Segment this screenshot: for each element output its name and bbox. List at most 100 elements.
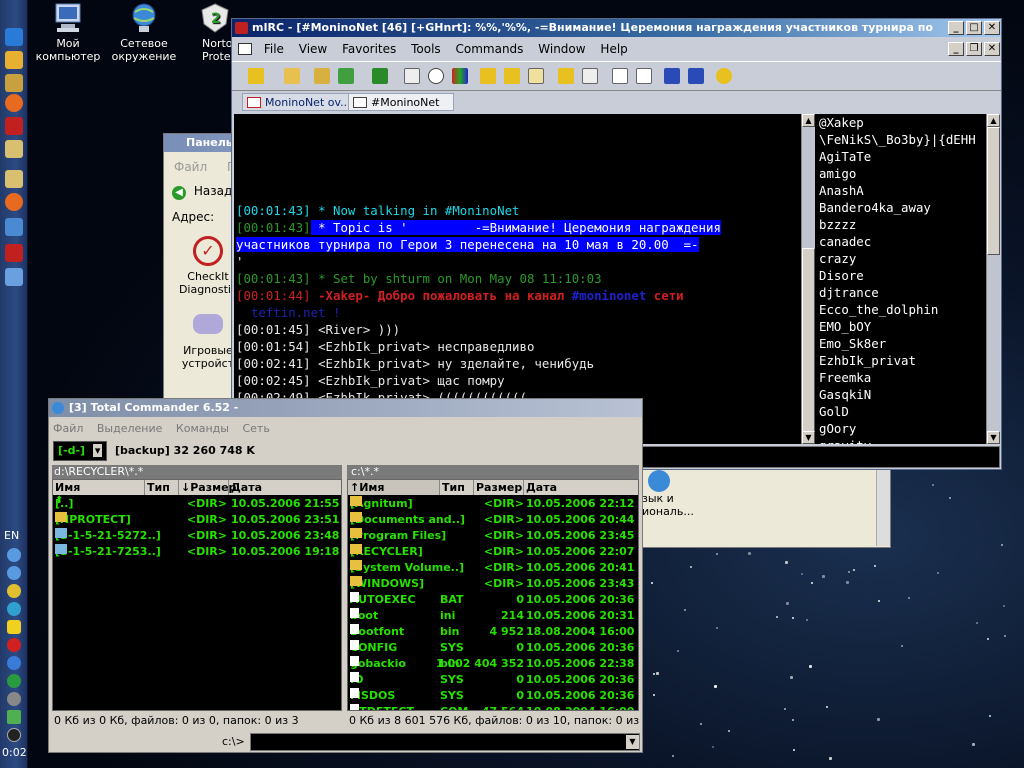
log-icon[interactable] xyxy=(558,68,574,84)
menu-tools[interactable]: Tools xyxy=(411,42,441,56)
menu-window[interactable]: Window xyxy=(538,42,585,56)
dcc-icon[interactable] xyxy=(480,68,496,84)
tray-icon[interactable] xyxy=(7,566,21,580)
nick-item[interactable]: GolD xyxy=(817,403,987,420)
dcc-icon[interactable] xyxy=(504,68,520,84)
app-icon[interactable] xyxy=(5,218,23,236)
col-name[interactable]: ↑Имя xyxy=(348,480,440,495)
tray-icon[interactable] xyxy=(7,710,21,724)
menu-help[interactable]: Help xyxy=(600,42,627,56)
menu-commands[interactable]: Команды xyxy=(176,422,229,435)
save-icon[interactable] xyxy=(5,117,23,135)
scroll-down-button[interactable]: ▼ xyxy=(802,431,815,444)
help-icon[interactable] xyxy=(7,656,21,670)
app-icon[interactable] xyxy=(5,170,23,188)
col-date[interactable]: Дата xyxy=(229,480,341,495)
tray-icon[interactable] xyxy=(7,548,21,562)
app-icon[interactable] xyxy=(5,51,23,69)
nick-item[interactable]: Disore xyxy=(817,267,987,284)
connect-icon[interactable] xyxy=(248,68,264,84)
col-size[interactable]: ↓Размер xyxy=(179,480,236,495)
scroll-thumb[interactable] xyxy=(802,248,815,444)
nick-item[interactable]: Freemka xyxy=(817,369,987,386)
tile-icon[interactable] xyxy=(664,68,680,84)
maximize-button[interactable]: □ xyxy=(966,21,982,35)
panel-item-regional[interactable]: зык и иональ... xyxy=(642,470,712,518)
nick-item[interactable]: @Xakep xyxy=(817,114,987,131)
nick-item[interactable]: EzhbIk_privat xyxy=(817,352,987,369)
desktop-icon-my-computer[interactable]: Мой компьютер xyxy=(30,2,106,63)
tray-icon[interactable] xyxy=(7,620,21,634)
nick-item[interactable]: Ecco_the_dolphin xyxy=(817,301,987,318)
right-file-panel[interactable]: ↑Имя Тип Размер Дата [Agnitum] <DIR> 10.05… xyxy=(347,479,639,711)
menu-net[interactable]: Сеть xyxy=(242,422,269,435)
chat-area[interactable]: [00:01:43] * Now talking in #MoninoNet [0… xyxy=(234,114,817,444)
file-row[interactable]: [Documents and..] <DIR> 10.05.2006 20:44 xyxy=(348,512,638,528)
col-name[interactable]: Имя xyxy=(53,480,145,495)
tray-icon[interactable] xyxy=(7,602,21,616)
nicklist-scrollbar[interactable]: ▲ ▼ xyxy=(986,114,1000,444)
file-row[interactable]: CONFIG SYS 0 10.05.2006 20:36 xyxy=(348,640,638,656)
back-button[interactable]: ◀ Назад xyxy=(172,184,232,200)
file-row[interactable]: [NPROTECT] <DIR> 10.05.2006 23:51 xyxy=(53,512,341,528)
nick-item[interactable]: gravity xyxy=(817,437,987,444)
scroll-up-button[interactable]: ▲ xyxy=(987,114,1000,127)
file-row[interactable]: AUTOEXEC BAT 0 10.05.2006 20:36 xyxy=(348,592,638,608)
scroll-down-button[interactable]: ▼ xyxy=(987,431,1000,444)
col-date[interactable]: Дата xyxy=(524,480,638,495)
minimize-button[interactable]: _ xyxy=(948,21,964,35)
firefox-icon[interactable] xyxy=(5,193,23,211)
nick-item[interactable]: amigo xyxy=(817,165,987,182)
col-type[interactable]: Тип xyxy=(440,480,474,495)
notify-icon[interactable] xyxy=(582,68,598,84)
nick-item[interactable]: GasqkiN xyxy=(817,386,987,403)
file-row[interactable]: [Program Files] <DIR> 10.05.2006 23:45 xyxy=(348,528,638,544)
desktop-icon-network[interactable]: Сетевое окружение xyxy=(106,2,182,63)
ie-icon[interactable] xyxy=(5,28,23,46)
nick-item[interactable]: gOory xyxy=(817,420,987,437)
menu-item-file[interactable]: Файл xyxy=(174,160,207,174)
scroll-thumb[interactable] xyxy=(987,127,1000,255)
options-icon[interactable] xyxy=(314,68,330,84)
tray-icon[interactable] xyxy=(7,584,21,598)
app-icon[interactable] xyxy=(5,268,23,286)
notes-icon[interactable] xyxy=(612,68,628,84)
col-type[interactable]: Тип xyxy=(145,480,179,495)
nick-item[interactable]: crazy xyxy=(817,250,987,267)
list-icon[interactable] xyxy=(404,68,420,84)
menu-view[interactable]: View xyxy=(299,42,327,56)
help-icon[interactable] xyxy=(716,68,732,84)
col-size[interactable]: Размер xyxy=(474,480,524,495)
cascade-icon[interactable] xyxy=(688,68,704,84)
file-row[interactable]: IO SYS 010.05.2006 20:36 xyxy=(348,672,638,688)
mdi-restore-button[interactable]: ❐ xyxy=(966,42,982,56)
left-path-bar[interactable]: d:\RECYCLER\*.* xyxy=(52,465,342,479)
file-row[interactable]: ⬆ [..] <DIR> 10.05.2006 21:55 xyxy=(53,496,341,512)
file-row[interactable]: [S-1-5-21-5272..] <DIR> 10.05.2006 23:48 xyxy=(53,528,341,544)
tray-icon[interactable] xyxy=(7,692,21,706)
file-row[interactable]: [WINDOWS] <DIR> 10.05.2006 23:43 xyxy=(348,576,638,592)
menu-commands[interactable]: Commands xyxy=(456,42,524,56)
nick-item[interactable]: djtrance xyxy=(817,284,987,301)
nick-item[interactable]: Emo_Sk8er xyxy=(817,335,987,352)
tab-status-window[interactable]: MoninoNet ov... xyxy=(242,93,358,111)
scroll-up-button[interactable]: ▲ xyxy=(802,114,815,127)
mdi-close-button[interactable]: ✕ xyxy=(984,42,1000,56)
close-button[interactable]: ✕ xyxy=(984,21,1000,35)
left-file-panel[interactable]: Имя Тип ↓Размер Дата ⬆ [..] <DIR> 10.05.200… xyxy=(52,479,342,711)
tab-channel[interactable]: #MoninoNet xyxy=(348,93,454,111)
language-indicator[interactable]: EN xyxy=(4,529,19,542)
colors-icon[interactable] xyxy=(452,68,468,84)
tray-icon[interactable] xyxy=(7,674,21,688)
tray-icon[interactable] xyxy=(7,638,21,652)
file-row[interactable]: gobackio bin 1 002 404 352 10.05.2006 22:38 xyxy=(348,656,638,672)
nick-item[interactable]: AnashA xyxy=(817,182,987,199)
chat-scrollbar[interactable]: ▲ ▼ xyxy=(801,114,815,444)
file-row[interactable]: boot ini 214 10.05.2006 20:31 xyxy=(348,608,638,624)
title-bar[interactable]: mIRC - [#MoninoNet [46] [+GHnrt]: %%,'%%… xyxy=(232,19,1001,37)
menu-file[interactable]: File xyxy=(264,42,284,56)
window-menu-icon[interactable] xyxy=(238,43,252,55)
menu-selection[interactable]: Выделение xyxy=(97,422,163,435)
right-path-bar[interactable]: c:\*.* xyxy=(347,465,639,479)
nick-item[interactable]: bzzzz xyxy=(817,216,987,233)
